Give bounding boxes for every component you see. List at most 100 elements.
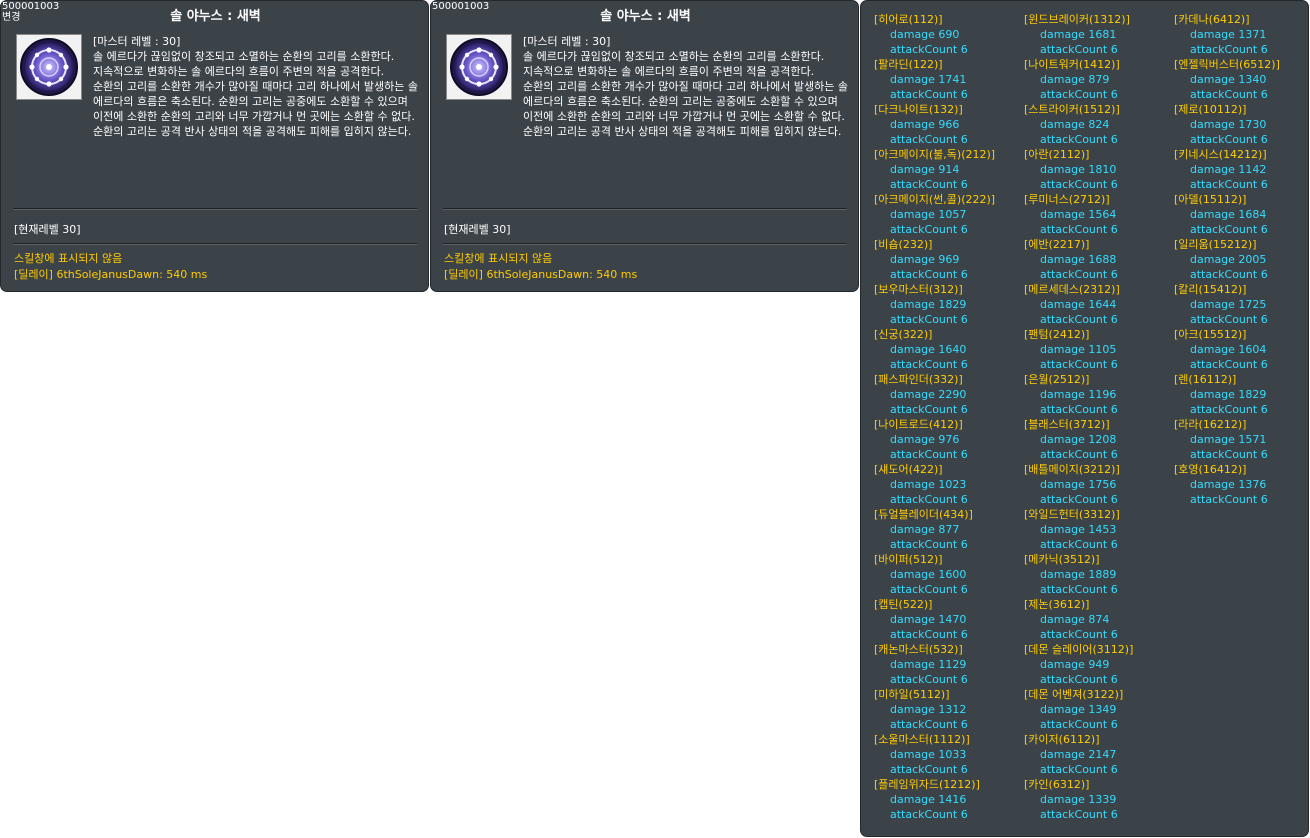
job-name: [플레임위자드(1212)] bbox=[874, 778, 980, 791]
attack-count-value: attackCount 6 bbox=[1040, 718, 1118, 731]
job-stat-entry: [블래스터(3712)] damage 1208 attackCount 6 bbox=[1024, 417, 1174, 462]
hidden-note: 스킬창에 표시되지 않음 bbox=[14, 252, 123, 265]
job-name: [블래스터(3712)] bbox=[1024, 418, 1110, 431]
description-line: 순환의 고리를 소환한 개수가 많아질 때마다 고리 하나에서 발생하는 솔 에… bbox=[93, 80, 422, 123]
job-stat-entry: [나이트로드(412)] damage 976 attackCount 6 bbox=[874, 417, 1024, 462]
job-stat-entry: [와일드헌터(3312)] damage 1453 attackCount 6 bbox=[1024, 507, 1174, 552]
attack-count-value: attackCount 6 bbox=[890, 808, 968, 821]
attack-count-value: attackCount 6 bbox=[1190, 178, 1268, 191]
attack-count-value: attackCount 6 bbox=[1040, 133, 1118, 146]
job-name: [바이퍼(512)] bbox=[874, 553, 943, 566]
attack-count-value: attackCount 6 bbox=[890, 718, 968, 731]
attack-count-value: attackCount 6 bbox=[1040, 448, 1118, 461]
job-name: [팬텀(2412)] bbox=[1024, 328, 1090, 341]
attack-count-value: attackCount 6 bbox=[1040, 673, 1118, 686]
job-stat-entry: [아크(15512)] damage 1604 attackCount 6 bbox=[1174, 327, 1310, 372]
job-stat-entry: [호영(16412)] damage 1376 attackCount 6 bbox=[1174, 462, 1310, 507]
attack-count-value: attackCount 6 bbox=[890, 583, 968, 596]
job-name: [카이저(6112)] bbox=[1024, 733, 1100, 746]
damage-value: damage 824 bbox=[1040, 118, 1110, 131]
job-stat-entry: [히어로(112)] damage 690 attackCount 6 bbox=[874, 12, 1024, 57]
job-stat-entry: [메카닉(3512)] damage 1889 attackCount 6 bbox=[1024, 552, 1174, 597]
job-name: [캡틴(522)] bbox=[874, 598, 933, 611]
job-name: [데몬 슬레이어(3112)] bbox=[1024, 643, 1134, 656]
job-stat-entry: [데몬 슬레이어(3112)] damage 949 attackCount 6 bbox=[1024, 642, 1174, 687]
job-stat-entry: [제로(10112)] damage 1730 attackCount 6 bbox=[1174, 102, 1310, 147]
skill-tooltip-current: 500001003 변경 솔 야누스 : 새벽 [마스터 레벨: 30] 솔 … bbox=[0, 0, 429, 292]
attack-count-value: attackCount 6 bbox=[1190, 268, 1268, 281]
attack-count-value: attackCount 6 bbox=[890, 448, 968, 461]
job-stat-entry: [카이저(6112)] damage 2147 attackCount 6 bbox=[1024, 732, 1174, 777]
damage-value: damage 877 bbox=[890, 523, 960, 536]
damage-value: damage 1340 bbox=[1190, 73, 1267, 86]
attack-count-value: attackCount 6 bbox=[890, 133, 968, 146]
job-stat-entry: [엔젤릭버스터(6512)] damage 1340 attackCount 6 bbox=[1174, 57, 1310, 102]
damage-value: damage 1829 bbox=[1190, 388, 1267, 401]
job-name: [히어로(112)] bbox=[874, 13, 943, 26]
delay-text: [딜레이] 6thSoleJanusDawn: 540 ms bbox=[444, 268, 638, 281]
job-stat-entry: [윈드브레이커(1312)] damage 1681 attackCount 6 bbox=[1024, 12, 1174, 57]
job-stat-entry: [은월(2512)] damage 1196 attackCount 6 bbox=[1024, 372, 1174, 417]
attack-count-value: attackCount 6 bbox=[1040, 628, 1118, 641]
job-stat-entry: [키네시스(14212)] damage 1142 attackCount 6 bbox=[1174, 147, 1310, 192]
stats-column: [히어로(112)] damage 690 attackCount 6 [팔라딘(12… bbox=[874, 12, 1024, 822]
job-name: [라라(16212)] bbox=[1174, 418, 1247, 431]
damage-value: damage 1564 bbox=[1040, 208, 1117, 221]
attack-count-value: attackCount 6 bbox=[1040, 808, 1118, 821]
attack-count-value: attackCount 6 bbox=[890, 223, 968, 236]
attack-count-value: attackCount 6 bbox=[1040, 223, 1118, 236]
damage-value: damage 1339 bbox=[1040, 793, 1117, 806]
damage-value: damage 1571 bbox=[1190, 433, 1267, 446]
damage-value: damage 1640 bbox=[890, 343, 967, 356]
job-name: [데몬 어벤져(3122)] bbox=[1024, 688, 1124, 701]
job-name: [제로(10112)] bbox=[1174, 103, 1247, 116]
job-name: [팔라딘(122)] bbox=[874, 58, 943, 71]
attack-count-value: attackCount 6 bbox=[890, 403, 968, 416]
damage-value: damage 1756 bbox=[1040, 478, 1117, 491]
hidden-note: 스킬창에 표시되지 않음 bbox=[444, 252, 553, 265]
damage-value: damage 1741 bbox=[890, 73, 967, 86]
attack-count-value: attackCount 6 bbox=[890, 493, 968, 506]
attack-count-value: attackCount 6 bbox=[890, 178, 968, 191]
job-name: [메르세데스(2312)] bbox=[1024, 283, 1120, 296]
damage-value: damage 1376 bbox=[1190, 478, 1267, 491]
damage-value: damage 2290 bbox=[890, 388, 967, 401]
job-name: [와일드헌터(3312)] bbox=[1024, 508, 1120, 521]
attack-count-value: attackCount 6 bbox=[890, 763, 968, 776]
description-line: 순환의 고리는 공격 반사 상태의 적을 공격해도 피해를 입히지 않는다. bbox=[93, 125, 412, 138]
job-stat-entry: [바이퍼(512)] damage 1600 attackCount 6 bbox=[874, 552, 1024, 597]
job-name: [나이트워커(1412)] bbox=[1024, 58, 1120, 71]
job-name: [아크(15512)] bbox=[1174, 328, 1247, 341]
divider bbox=[443, 208, 847, 210]
damage-value: damage 1371 bbox=[1190, 28, 1267, 41]
job-stat-entry: [비숍(232)] damage 969 attackCount 6 bbox=[874, 237, 1024, 282]
divider bbox=[13, 243, 417, 245]
job-name: [아델(15112)] bbox=[1174, 193, 1247, 206]
job-name: [은월(2512)] bbox=[1024, 373, 1090, 386]
attack-count-value: attackCount 6 bbox=[1190, 133, 1268, 146]
job-stat-entry: [패스파인더(332)] damage 2290 attackCount 6 bbox=[874, 372, 1024, 417]
job-name: [아크메이지(불,독)(212)] bbox=[874, 148, 996, 161]
job-name: [루미너스(2712)] bbox=[1024, 193, 1110, 206]
attack-count-value: attackCount 6 bbox=[1040, 178, 1118, 191]
damage-value: damage 1684 bbox=[1190, 208, 1267, 221]
attack-count-value: attackCount 6 bbox=[890, 628, 968, 641]
job-stat-entry: [일리움(15212)] damage 2005 attackCount 6 bbox=[1174, 237, 1310, 282]
job-name: [아크메이지(썬,콜)(222)] bbox=[874, 193, 996, 206]
damage-value: damage 1829 bbox=[890, 298, 967, 311]
job-stats-panel: [히어로(112)] damage 690 attackCount 6 [팔라딘(12… bbox=[860, 0, 1309, 837]
skill-description: [마스터 레벨 : 30] 솔 에르다가 끊임없이 창조되고 소멸하는 순환의 … bbox=[523, 34, 853, 139]
damage-value: damage 1725 bbox=[1190, 298, 1267, 311]
attack-count-value: attackCount 6 bbox=[890, 673, 968, 686]
damage-value: damage 1349 bbox=[1040, 703, 1117, 716]
master-level: [마스터 레벨 : 30] bbox=[93, 35, 181, 48]
divider bbox=[443, 243, 847, 245]
current-level: [현재레벨 30] bbox=[14, 223, 81, 236]
job-stat-entry: [나이트워커(1412)] damage 879 attackCount 6 bbox=[1024, 57, 1174, 102]
damage-value: damage 1453 bbox=[1040, 523, 1117, 536]
job-name: [키네시스(14212)] bbox=[1174, 148, 1267, 161]
damage-value: damage 1023 bbox=[890, 478, 967, 491]
job-stat-entry: [라라(16212)] damage 1571 attackCount 6 bbox=[1174, 417, 1310, 462]
attack-count-value: attackCount 6 bbox=[1190, 448, 1268, 461]
job-name: [카데나(6412)] bbox=[1174, 13, 1250, 26]
